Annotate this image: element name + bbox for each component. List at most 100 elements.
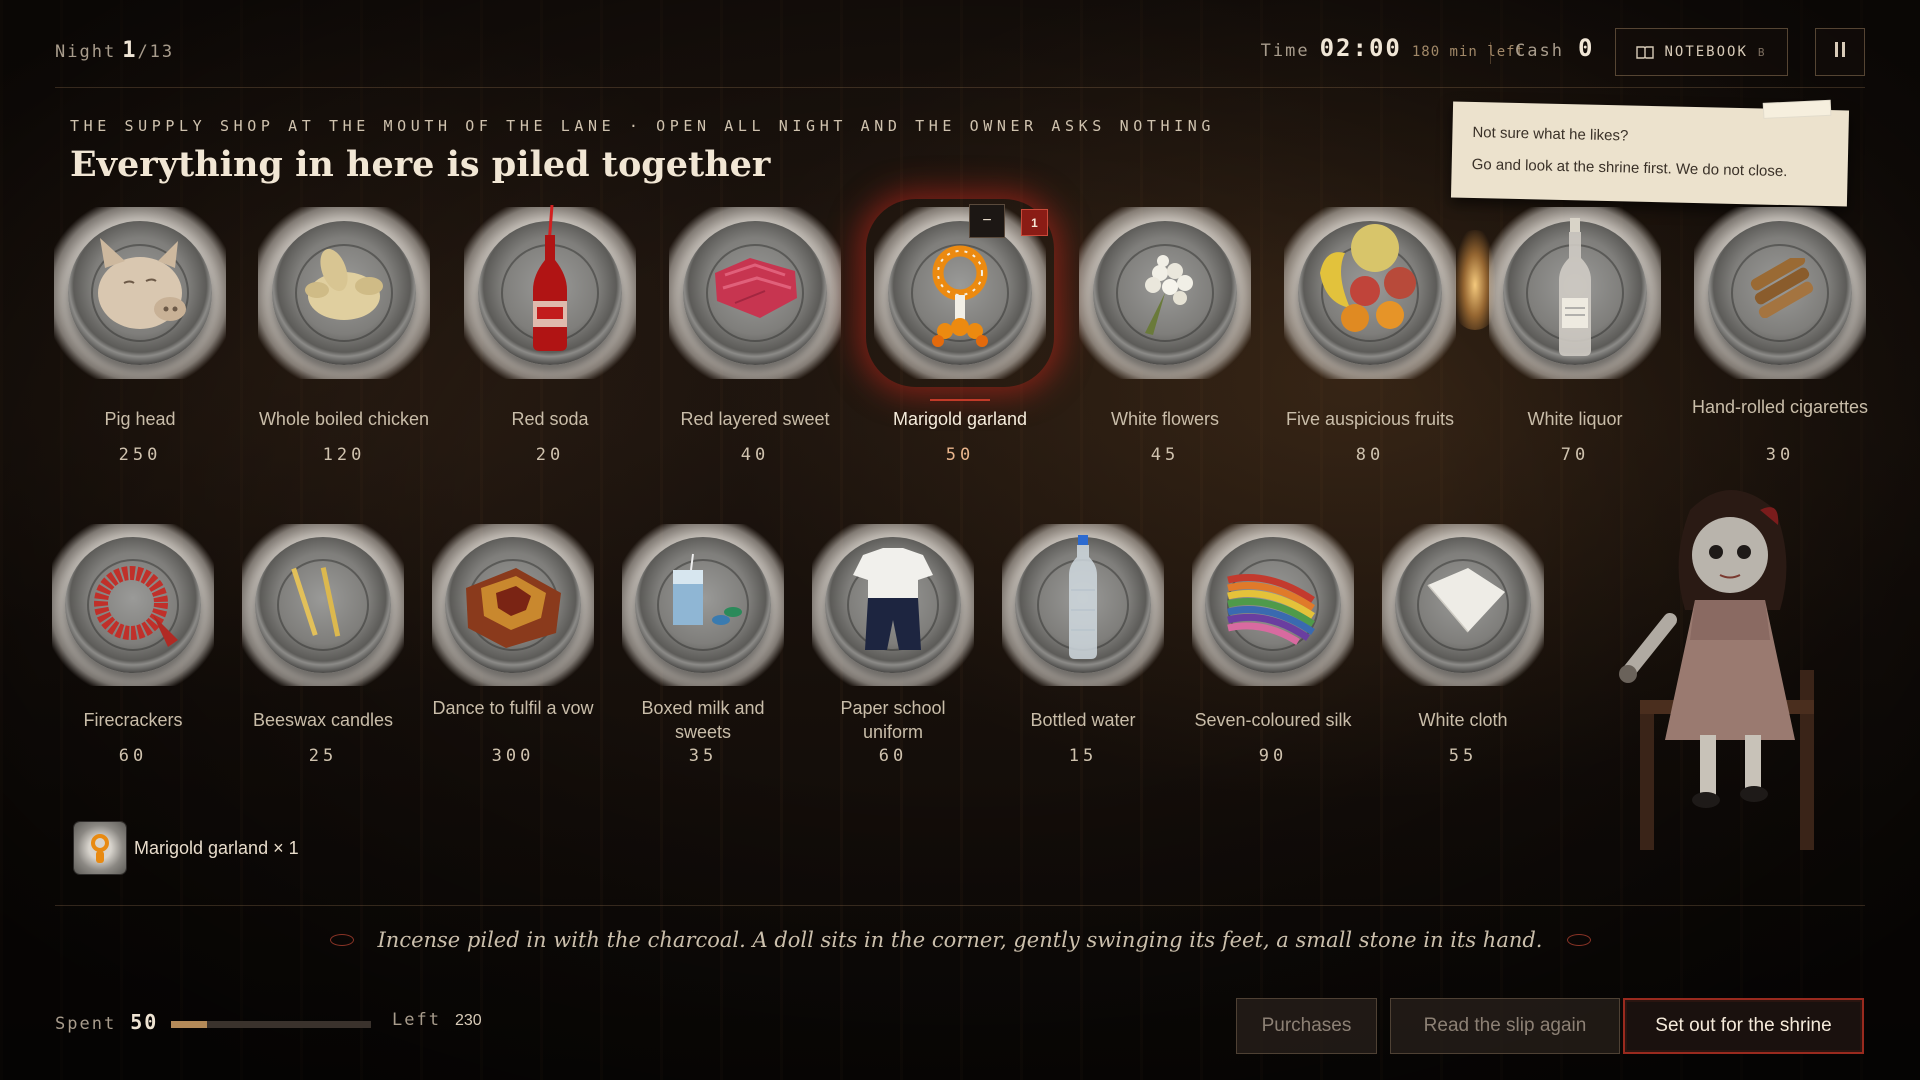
shop-item-beeswax-candles[interactable]: Beeswax candles 25 bbox=[238, 524, 408, 780]
shop-item-pig-head[interactable]: Pig head 250 bbox=[50, 207, 230, 473]
time-display: Time 02:00 180 min left bbox=[1261, 34, 1525, 62]
purchases-button[interactable]: Purchases bbox=[1236, 998, 1377, 1054]
water-bottle-icon bbox=[1069, 535, 1097, 659]
shop-item-white-liquor[interactable]: White liquor 70 bbox=[1485, 207, 1665, 473]
night-current: 1 bbox=[122, 38, 138, 63]
white-flowers-icon bbox=[1145, 255, 1193, 335]
shop-item-seven-coloured-silk[interactable]: Seven-coloured silk 90 bbox=[1188, 524, 1358, 780]
note-line-2: Go and look at the shrine first. We do n… bbox=[1471, 155, 1788, 181]
school-uniform-icon bbox=[853, 548, 933, 650]
time-remaining: 180 min left bbox=[1411, 44, 1525, 60]
shop-item-bottled-water[interactable]: Bottled water 15 bbox=[998, 524, 1168, 780]
shop-item-white-flowers[interactable]: White flowers 45 bbox=[1075, 207, 1255, 473]
left-display: Left 230 bbox=[392, 1010, 482, 1030]
chicken-icon bbox=[305, 248, 383, 320]
pause-icon bbox=[1833, 42, 1847, 62]
time-value: 02:00 bbox=[1319, 34, 1402, 62]
item-price: 120 bbox=[322, 445, 366, 465]
left-label: Left bbox=[392, 1010, 441, 1030]
spent-value: 50 bbox=[130, 1010, 159, 1034]
left-value: 230 bbox=[454, 1012, 482, 1029]
item-name: Pig head bbox=[104, 409, 176, 429]
pause-button[interactable] bbox=[1815, 28, 1865, 76]
shop-item-red-soda[interactable]: Red soda 20 bbox=[460, 205, 640, 473]
item-name: White flowers bbox=[1110, 409, 1220, 429]
cash-value: 0 bbox=[1577, 34, 1595, 62]
cigarettes-icon bbox=[1750, 258, 1814, 318]
item-price: 45 bbox=[1150, 445, 1180, 465]
item-price: 30 bbox=[1765, 445, 1795, 465]
night-total: /13 bbox=[137, 42, 175, 62]
spent-display: Spent 50 bbox=[55, 1010, 158, 1034]
quantity-decrease-button[interactable]: − bbox=[969, 204, 1005, 238]
item-price: 20 bbox=[535, 445, 565, 465]
item-name: Boxed milk and sweets bbox=[641, 698, 765, 742]
notebook-button[interactable]: NOTEBOOK B bbox=[1615, 28, 1788, 76]
eye-ornament-icon bbox=[1566, 933, 1591, 946]
top-divider bbox=[55, 87, 1865, 88]
item-price: 90 bbox=[1258, 746, 1288, 766]
shop-item-marigold-garland[interactable]: − 1 Marigold garland 50 bbox=[870, 204, 1050, 473]
item-name: Red soda bbox=[511, 409, 589, 429]
shop-item-red-layered-sweet[interactable]: Red layered sweet 40 bbox=[665, 207, 845, 473]
item-name: Seven-coloured silk bbox=[1194, 710, 1352, 730]
cash-label: Cash bbox=[1515, 41, 1564, 61]
pig-head-icon bbox=[98, 238, 186, 329]
set-out-button[interactable]: Set out for the shrine bbox=[1623, 998, 1864, 1054]
time-label: Time bbox=[1260, 41, 1310, 61]
budget-bar-fill bbox=[171, 1021, 207, 1028]
note-tape bbox=[1762, 99, 1832, 119]
firecrackers-icon bbox=[94, 566, 178, 647]
item-price: 300 bbox=[491, 746, 535, 766]
dance-costume-icon bbox=[466, 568, 561, 648]
notebook-icon bbox=[1636, 46, 1655, 59]
note-line-1: Not sure what he likes? bbox=[1472, 123, 1629, 145]
item-price: 15 bbox=[1068, 746, 1098, 766]
item-name: Marigold garland bbox=[892, 409, 1028, 429]
shop-item-paper-school-uniform[interactable]: Paper school uniform 60 bbox=[808, 524, 978, 780]
item-name: Five auspicious fruits bbox=[1285, 409, 1455, 429]
item-name: Red layered sweet bbox=[680, 409, 830, 429]
item-price: 50 bbox=[945, 445, 975, 465]
item-name: Dance to fulfil a vow bbox=[432, 698, 594, 718]
milk-box-icon bbox=[673, 553, 742, 625]
doll-character bbox=[1619, 490, 1814, 850]
item-price: 70 bbox=[1560, 445, 1590, 465]
item-price: 55 bbox=[1448, 746, 1478, 766]
narration-line: Incense piled in with the charcoal. A do… bbox=[0, 928, 1920, 952]
liquor-bottle-icon bbox=[1559, 218, 1591, 356]
marigold-garland-icon bbox=[932, 245, 988, 347]
soda-bottle-icon bbox=[533, 205, 567, 351]
quantity-badge: 1 bbox=[1021, 209, 1048, 236]
shop-item-dance-to-fulfil-a-vow[interactable]: Dance to fulfil a vow 300 bbox=[428, 524, 598, 780]
item-name: Whole boiled chicken bbox=[258, 409, 430, 429]
night-label: Night bbox=[55, 42, 117, 62]
hud-divider bbox=[1490, 42, 1491, 64]
cart-entry-text: Marigold garland × 1 bbox=[134, 837, 299, 858]
shop-item-whole-boiled-chicken[interactable]: Whole boiled chicken 120 bbox=[254, 207, 434, 473]
item-name: White liquor bbox=[1527, 409, 1623, 429]
bottom-divider bbox=[55, 905, 1865, 906]
shop-item-hand-rolled-cigarettes[interactable]: Hand-rolled cigarettes 30 bbox=[1690, 207, 1870, 473]
item-price: 25 bbox=[308, 746, 338, 766]
fruits-icon bbox=[1320, 224, 1416, 332]
item-price: 60 bbox=[878, 746, 908, 766]
cart-entry[interactable]: Marigold garland × 1 bbox=[74, 822, 299, 874]
narration-text: Incense piled in with the charcoal. A do… bbox=[377, 928, 1543, 952]
item-name: Beeswax candles bbox=[252, 710, 394, 730]
item-name: Paper school uniform bbox=[840, 698, 946, 742]
shop-item-five-auspicious-fruits[interactable]: Five auspicious fruits 80 bbox=[1280, 207, 1460, 473]
shop-item-firecrackers[interactable]: Firecrackers 60 bbox=[48, 524, 218, 780]
shop-item-white-cloth[interactable]: White cloth 55 bbox=[1378, 524, 1548, 780]
layered-sweet-icon bbox=[715, 258, 797, 318]
silk-icon bbox=[1227, 574, 1315, 645]
eye-ornament-icon bbox=[329, 933, 354, 946]
night-counter: Night 1/13 bbox=[55, 38, 174, 63]
shop-item-boxed-milk-and-sweets[interactable]: Boxed milk and sweets 35 bbox=[618, 524, 788, 780]
item-price: 60 bbox=[118, 746, 148, 766]
spent-label: Spent bbox=[55, 1014, 117, 1034]
read-slip-button[interactable]: Read the slip again bbox=[1390, 998, 1620, 1054]
item-price: 250 bbox=[118, 445, 162, 465]
top-hud: Night 1/13 Time 02:00 180 min left Cash 0… bbox=[0, 0, 1920, 88]
item-name: Firecrackers bbox=[83, 710, 183, 730]
